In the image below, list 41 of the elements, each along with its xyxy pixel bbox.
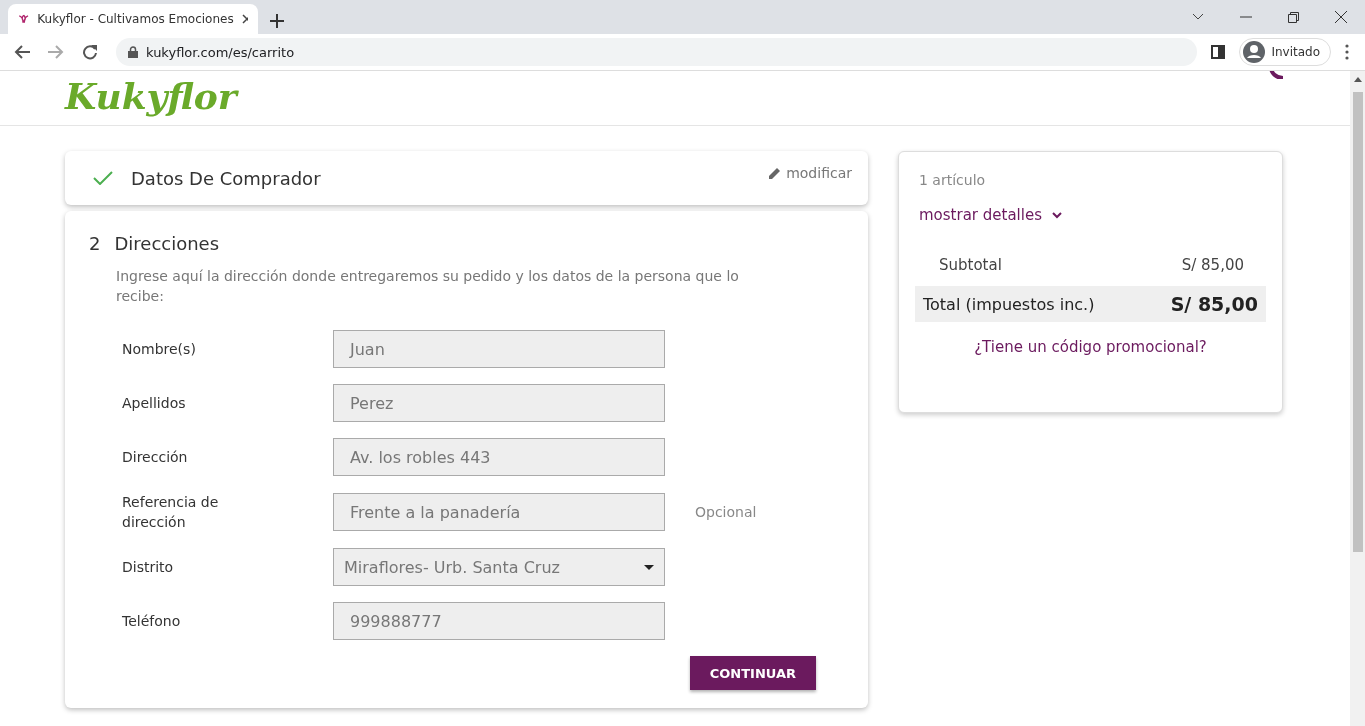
total-value: S/ 85,00 bbox=[1170, 293, 1258, 315]
edit-link[interactable]: modificar bbox=[769, 165, 852, 181]
input-field[interactable]: Juan bbox=[333, 330, 665, 368]
item-count: 1 artículo bbox=[919, 172, 987, 188]
step-title: Direcciones bbox=[114, 233, 220, 254]
input-field[interactable]: Perez bbox=[333, 384, 665, 422]
input-field[interactable]: Frente a la panadería bbox=[333, 493, 665, 531]
input-field[interactable]: 999888777 bbox=[333, 602, 665, 640]
continue-button[interactable]: CONTINUAR bbox=[689, 656, 816, 690]
chevron-down-icon[interactable] bbox=[1192, 13, 1204, 21]
address-bar[interactable]: kukyflor.com/es/carrito bbox=[116, 38, 1198, 66]
total-label: Total (impuestos inc.) bbox=[923, 294, 1095, 314]
subtotal-value: S/ 85,00 bbox=[1181, 256, 1244, 274]
scroll-up-icon[interactable] bbox=[1353, 77, 1362, 82]
field-label: Nombre(s) bbox=[122, 340, 197, 359]
field-label: Dirección bbox=[122, 448, 189, 467]
input-field[interactable]: Av. los robles 443 bbox=[333, 438, 665, 476]
new-tab-icon[interactable] bbox=[270, 14, 284, 28]
lock-icon bbox=[128, 46, 138, 58]
optional-note: Opcional bbox=[695, 504, 758, 520]
step-number: 2 bbox=[89, 233, 101, 254]
logo[interactable]: Kukyflor bbox=[65, 73, 237, 119]
avatar-icon bbox=[1243, 41, 1266, 63]
browser-tab[interactable]: Kukyflor - Cultivamos Emociones bbox=[8, 4, 258, 34]
field-label: Distrito bbox=[122, 558, 175, 577]
field-label: Apellidos bbox=[122, 394, 187, 413]
restore-icon[interactable] bbox=[1288, 11, 1299, 23]
step-description: Ingrese aquí la dirección donde entregaremos su pedido y los datos de la persona que lo recibe: bbox=[116, 267, 740, 306]
subtotal-label: Subtotal bbox=[939, 256, 1002, 274]
side-panel-icon[interactable] bbox=[1211, 45, 1226, 59]
pencil-icon bbox=[769, 167, 782, 179]
district-dropdown[interactable]: Miraflores- Urb. Santa Cruz bbox=[333, 548, 665, 586]
menu-icon[interactable] bbox=[1345, 44, 1349, 60]
scrollbar[interactable] bbox=[1350, 71, 1365, 726]
show-details-link[interactable]: mostrar detalles bbox=[919, 206, 1266, 224]
promo-code-link[interactable]: ¿Tiene un código promocional? bbox=[915, 338, 1266, 356]
field-label: Referencia de dirección bbox=[122, 493, 220, 532]
chevron-down-icon bbox=[1052, 211, 1062, 219]
caret-icon bbox=[644, 564, 654, 570]
field-label: Teléfono bbox=[122, 612, 182, 631]
step-title: Datos De Comprador bbox=[131, 167, 322, 189]
